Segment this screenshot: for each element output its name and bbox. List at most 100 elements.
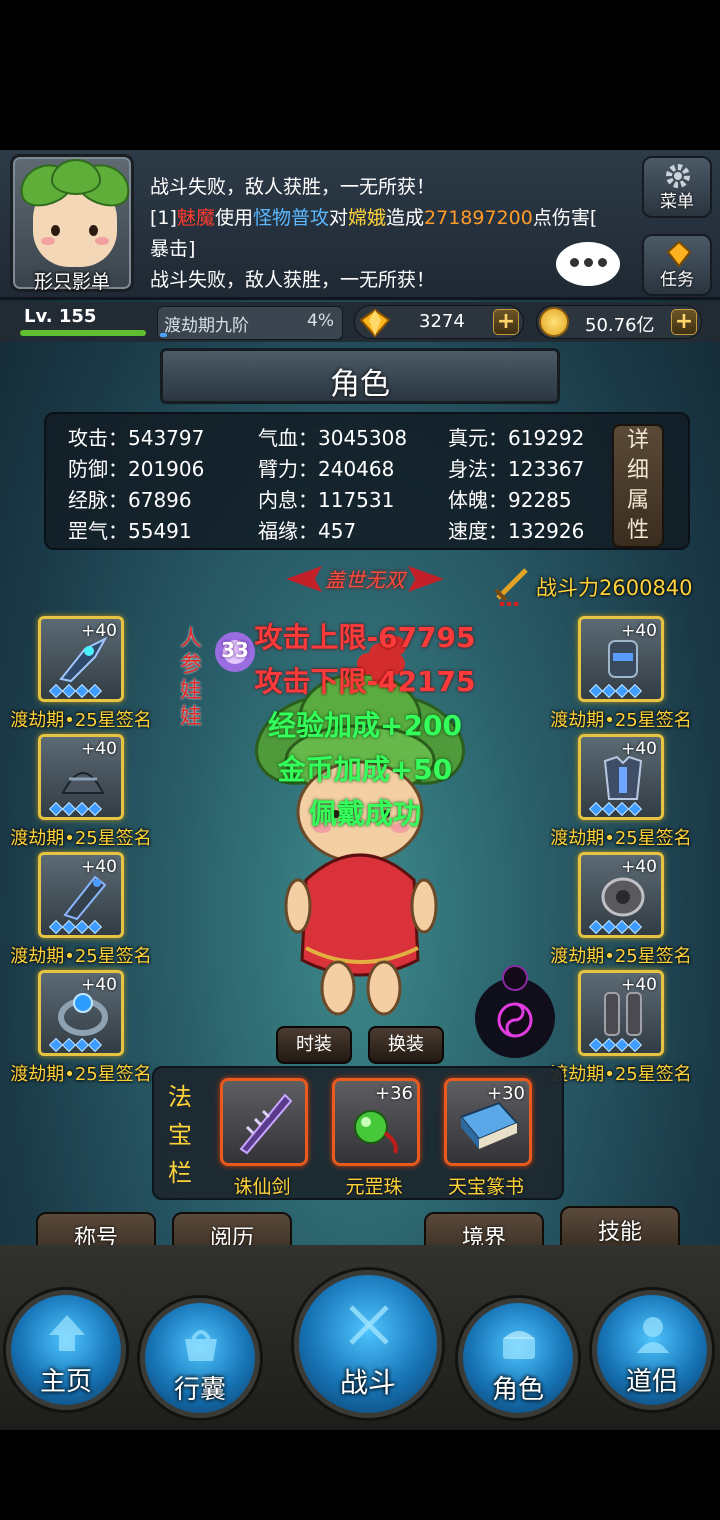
nav-companion[interactable]: 道侣: [592, 1290, 712, 1410]
add-gems-button[interactable]: +: [493, 309, 519, 335]
stat-defense: 防御：201906: [68, 457, 205, 481]
equip-level: +40: [621, 975, 657, 995]
nav-role[interactable]: 角色: [458, 1298, 578, 1418]
stat-breath: 内息：117531: [258, 488, 395, 512]
stat-physique: 体魄：92285: [448, 488, 572, 512]
level-box: Lv. 155: [18, 306, 148, 338]
nav-home[interactable]: 主页: [6, 1290, 126, 1410]
nav-label: 主页: [39, 1367, 92, 1397]
stat-hp: 气血：3045308: [258, 426, 408, 450]
detail-char: 详: [626, 428, 649, 453]
stat-speed: 速度：132926: [448, 519, 585, 543]
float-exp-bonus: 经验加成+200: [268, 709, 462, 742]
gauntlet-icon: [63, 875, 107, 921]
fashion-button[interactable]: 时装: [276, 1026, 352, 1064]
equip-stars: [588, 917, 643, 935]
equip-slot-right-3[interactable]: +40: [578, 852, 664, 938]
gear-icon: [666, 164, 690, 188]
equip-level: +40: [621, 739, 657, 759]
crossed-swords-icon: [349, 1305, 389, 1345]
game-screen: 形只影单 战斗失败，敌人获胜，一无所获！ [1]魅魔使用怪物普攻对嫦娥造成271…: [0, 150, 720, 1430]
sword-power-icon: [494, 568, 528, 606]
detail-char: 细: [626, 458, 649, 483]
add-gold-button[interactable]: +: [671, 309, 697, 335]
equip-level: +40: [621, 857, 657, 877]
equip-caption: 渡劫期•25星签名: [550, 710, 692, 731]
treasure-slot-1[interactable]: [220, 1078, 308, 1166]
treasure-slot-2[interactable]: +36: [332, 1078, 420, 1166]
stat-luck: 福缘：457: [258, 519, 357, 543]
equip-stars: [588, 799, 643, 817]
equip-caption: 渡劫期•25星签名: [10, 828, 152, 849]
avatar-face: [13, 156, 137, 267]
stat-meridian: 经脉：67896: [68, 488, 192, 512]
equip-slot-right-2[interactable]: +40: [578, 734, 664, 820]
equip-stars: [48, 681, 103, 699]
chest-icon: [503, 1331, 535, 1359]
nav-label: 角色: [491, 1375, 544, 1405]
equip-level: +40: [81, 975, 117, 995]
treasure-slot-3[interactable]: +30: [444, 1078, 532, 1166]
detail-char: 性: [626, 518, 649, 543]
float-gold-bonus: 金币加成+50: [277, 753, 453, 786]
treasure-level: +36: [375, 1083, 413, 1104]
equip-stars: [48, 917, 103, 935]
avatar-name: 形只影单: [33, 271, 110, 293]
realm-progress[interactable]: 渡劫期九阶 4%: [157, 306, 343, 340]
task-button[interactable]: 任务: [642, 234, 712, 296]
nav-label: 战斗: [339, 1366, 396, 1399]
menu-button[interactable]: 菜单: [642, 156, 712, 218]
gem-counter: 3274 +: [354, 305, 524, 339]
treasure-bar-label: 法 宝 栏: [168, 1083, 192, 1187]
treasure-caption: 天宝篆书: [447, 1176, 524, 1198]
float-attack-min: 攻击下限-42175: [254, 665, 476, 698]
helmet-icon: [61, 772, 105, 794]
treasure-caption: 元罡珠: [345, 1176, 403, 1198]
equip-level: +40: [621, 621, 657, 641]
equip-slot-left-1[interactable]: +40: [38, 616, 124, 702]
equip-level: +40: [81, 739, 117, 759]
task-gem-icon: [666, 240, 692, 268]
player-avatar[interactable]: 形只影单: [10, 154, 137, 293]
equip-slot-left-4[interactable]: +40: [38, 970, 124, 1056]
stat-agility: 身法：123367: [448, 457, 585, 481]
equip-caption: 渡劫期•25星签名: [550, 946, 692, 967]
home-icon: [49, 1315, 85, 1351]
gem-icon: [359, 308, 391, 338]
chat-line: [1]魅魔使用怪物普攻对嫦娥造成271897200点伤害[: [150, 207, 598, 229]
equip-stars: [588, 681, 643, 699]
equip-caption: 渡劫期•25星签名: [550, 828, 692, 849]
top-header: 形只影单 战斗失败，敌人获胜，一无所获！ [1]魅魔使用怪物普攻对嫦娥造成271…: [0, 150, 720, 300]
equip-slot-left-2[interactable]: +40: [38, 734, 124, 820]
chat-bubble-icon[interactable]: [556, 242, 620, 286]
detail-attributes-button[interactable]: 详 细 属 性: [612, 424, 664, 548]
realm-progress-fill: [160, 333, 168, 337]
level-label: Lv. 155: [24, 306, 97, 327]
nav-battle[interactable]: 战斗: [294, 1270, 442, 1418]
gold-counter: 50.76亿 +: [536, 305, 702, 339]
treasure-level: +30: [487, 1083, 525, 1104]
title-banner: 角色: [160, 348, 560, 404]
title-badge-text: 盖世无双: [325, 568, 405, 592]
ring-icon: [58, 993, 108, 1036]
equip-caption: 渡劫期•25星签名: [10, 1064, 152, 1085]
stat-true-yuan: 真元：619292: [448, 426, 585, 450]
meditation-spirit-icon[interactable]: [470, 958, 560, 1062]
equip-caption: 渡劫期•25星签名: [10, 710, 152, 731]
title-badge[interactable]: 盖世无双: [286, 560, 440, 600]
equip-stars: [588, 1035, 643, 1053]
equip-slot-right-1[interactable]: +40: [578, 616, 664, 702]
menu-label: 菜单: [660, 192, 694, 212]
float-equip-success: 佩戴成功: [308, 797, 421, 830]
bag-icon: [185, 1330, 217, 1361]
equip-slot-right-4[interactable]: +40: [578, 970, 664, 1056]
equip-level: +40: [81, 621, 117, 641]
amulet-icon: [601, 877, 645, 917]
stat-arm: 臂力：240468: [258, 457, 395, 481]
nav-bag[interactable]: 行囊: [140, 1298, 260, 1418]
chat-log[interactable]: 战斗失败，敌人获胜，一无所获！ [1]魅魔使用怪物普攻对嫦娥造成27189720…: [150, 172, 630, 296]
float-attack-max: 攻击上限-67795: [254, 621, 476, 654]
swap-outfit-button[interactable]: 换装: [368, 1026, 444, 1064]
equip-slot-left-3[interactable]: +40: [38, 852, 124, 938]
treasure-caption: 诛仙剑: [233, 1176, 291, 1198]
